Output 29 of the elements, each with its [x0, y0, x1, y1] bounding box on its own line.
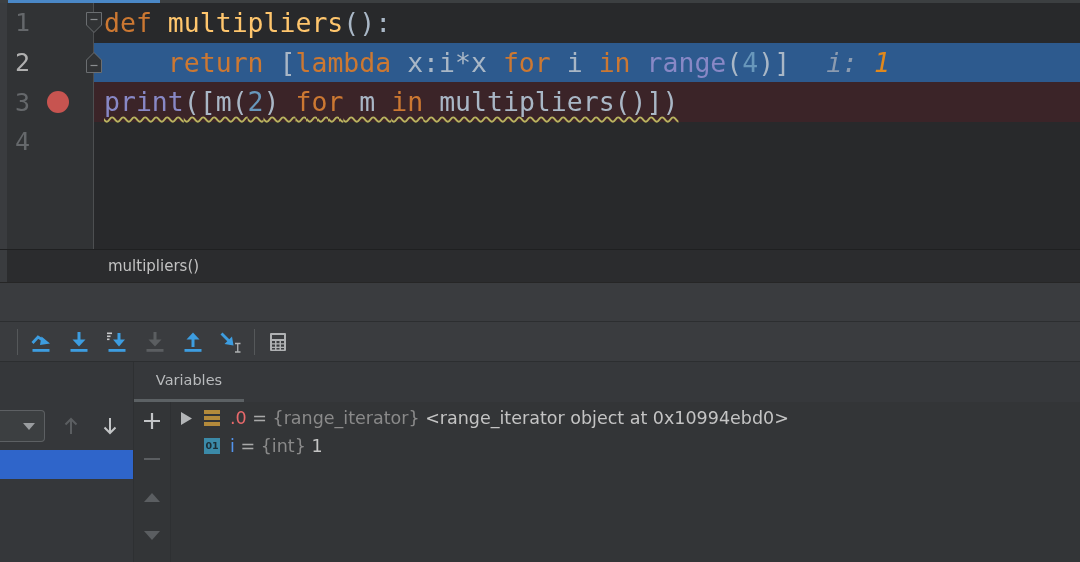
up-triangle-icon [144, 492, 160, 502]
line-number: 2 [13, 50, 30, 76]
breakpoint-icon[interactable] [47, 91, 69, 114]
diagonal-arrow-cursor-icon [220, 330, 242, 353]
up-arrow-from-bar-icon [182, 330, 204, 353]
down-triangle-icon [144, 530, 160, 540]
plus-icon [144, 413, 160, 429]
stacked-bars-icon [204, 410, 220, 426]
list-down-arrow-icon [106, 330, 128, 353]
fold-marker-icon[interactable] [86, 52, 102, 74]
variable-entry[interactable]: .0 = {range_iterator} <range_iterator object at 0x10994ebd0> [230, 408, 789, 428]
code-line: def multipliers(): [104, 6, 392, 39]
fold-marker-icon[interactable] [86, 12, 102, 34]
caret-icon [23, 422, 35, 430]
expand-arrow-icon[interactable] [180, 411, 192, 425]
thread-dropdown[interactable] [0, 410, 45, 442]
down-arrow-to-bar-icon [144, 330, 166, 353]
breadcrumb-item[interactable]: multipliers() [108, 257, 200, 275]
up-arrow-icon [64, 417, 78, 435]
inline-debug-value: i: 1 [826, 46, 890, 79]
variable-entry[interactable]: i = {int} 1 [230, 436, 323, 456]
down-arrow-to-bar-icon [68, 330, 90, 353]
minus-icon [144, 458, 160, 460]
code-line: return [lambda x:i*x for i in range(4)] [166, 46, 791, 79]
int-type-badge: 01 [204, 438, 220, 454]
code-line: print([m(2) for m in multipliers()]) [104, 86, 679, 119]
calculator-icon [267, 330, 289, 353]
variables-tab[interactable]: Variables [134, 362, 244, 402]
down-arrow-icon [103, 417, 117, 435]
